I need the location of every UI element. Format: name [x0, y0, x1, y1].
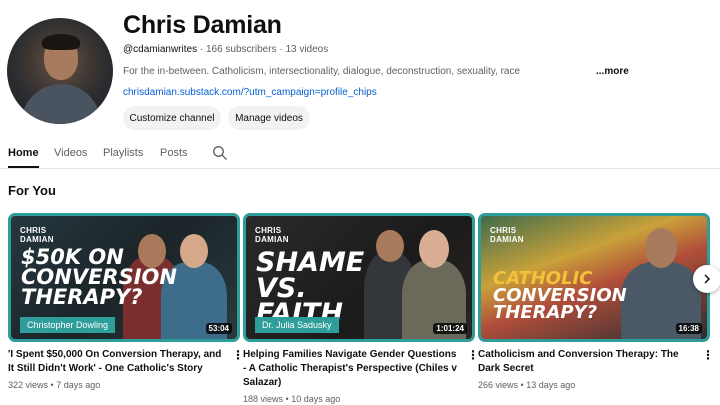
- thumbnail-headline: $50K ON CONVERSION THERAPY?: [21, 245, 177, 309]
- video-thumbnail[interactable]: CHRIS DAMIAN CATHOLIC CONVERSION THERAPY?…: [478, 213, 710, 342]
- thumbnail-brand: CHRIS DAMIAN: [255, 226, 289, 244]
- video-thumbnail[interactable]: CHRIS DAMIAN SHAME VS. FAITH Dr. Julia Sa…: [243, 213, 475, 342]
- video-title[interactable]: 'I Spent $50,000 On Conversion Therapy, …: [8, 348, 226, 376]
- active-tab-underline: [8, 166, 39, 168]
- video-card[interactable]: CHRIS DAMIAN CATHOLIC CONVERSION THERAPY?…: [478, 213, 714, 390]
- tab-playlists[interactable]: Playlists: [103, 147, 143, 159]
- video-title[interactable]: Helping Families Navigate Gender Questio…: [243, 348, 461, 390]
- manage-videos-button[interactable]: Manage videos: [228, 106, 310, 130]
- video-card[interactable]: CHRIS DAMIAN $50K ON CONVERSION THERAPY? …: [8, 213, 244, 390]
- subscriber-count: 166 subscribers: [205, 44, 277, 55]
- video-card[interactable]: CHRIS DAMIAN SHAME VS. FAITH Dr. Julia Sa…: [243, 213, 479, 404]
- video-meta: 266 views • 13 days ago: [478, 380, 576, 390]
- video-duration: 1:01:24: [433, 323, 467, 334]
- upload-age: 7 days ago: [56, 380, 101, 390]
- video-duration: 16:38: [675, 323, 702, 334]
- avatar-body: [21, 84, 101, 124]
- video-duration: 53:04: [205, 323, 232, 334]
- avatar-hair: [42, 34, 80, 50]
- view-count: 322 views: [8, 380, 49, 390]
- thumbnail-guest-tag: Christopher Dowling: [20, 317, 116, 333]
- kebab-menu-icon[interactable]: ⋮: [232, 349, 244, 363]
- tab-home[interactable]: Home: [8, 147, 39, 159]
- thumbnail-brand: CHRIS DAMIAN: [20, 226, 54, 244]
- more-link[interactable]: ...more: [596, 66, 629, 77]
- thumbnail-guest-tag: Dr. Julia Sadusky: [255, 317, 339, 333]
- upload-age: 10 days ago: [291, 394, 341, 404]
- chevron-right-icon: [704, 274, 711, 284]
- carousel-next-button[interactable]: [693, 265, 720, 293]
- customize-channel-button[interactable]: Customize channel: [123, 106, 221, 130]
- channel-link[interactable]: chrisdamian.substack.com/?utm_campaign=p…: [123, 87, 377, 98]
- view-count: 266 views: [478, 380, 519, 390]
- view-count: 188 views: [243, 394, 284, 404]
- channel-handle: @cdamianwrites: [123, 44, 198, 55]
- thumbnail-headline: CATHOLIC CONVERSION THERAPY?: [493, 270, 627, 324]
- channel-description[interactable]: For the in-between. Catholicism, interse…: [123, 66, 629, 77]
- kebab-menu-icon[interactable]: ⋮: [702, 349, 714, 363]
- section-title: For You: [8, 183, 56, 198]
- channel-tabs: Home Videos Playlists Posts: [0, 140, 720, 169]
- upload-age: 13 days ago: [526, 380, 576, 390]
- channel-name: Chris Damian: [123, 11, 282, 39]
- video-meta: 322 views • 7 days ago: [8, 380, 101, 390]
- channel-avatar[interactable]: [7, 18, 113, 124]
- description-text: For the in-between. Catholicism, interse…: [123, 66, 521, 77]
- kebab-menu-icon[interactable]: ⋮: [467, 349, 479, 363]
- tab-posts[interactable]: Posts: [160, 147, 188, 159]
- thumbnail-brand: CHRIS DAMIAN: [490, 226, 524, 244]
- thumbnail-headline-line: THERAPY?: [493, 302, 598, 324]
- search-icon[interactable]: [212, 145, 228, 161]
- thumbnail-headline: SHAME VS. FAITH: [256, 247, 365, 330]
- channel-meta: @cdamianwrites · 166 subscribers · 13 vi…: [123, 44, 328, 55]
- tab-videos[interactable]: Videos: [54, 147, 87, 159]
- video-meta: 188 views • 10 days ago: [243, 394, 341, 404]
- video-count: 13 videos: [285, 44, 329, 55]
- video-title[interactable]: Catholicism and Conversion Therapy: The …: [478, 348, 696, 376]
- video-thumbnail[interactable]: CHRIS DAMIAN $50K ON CONVERSION THERAPY? …: [8, 213, 240, 342]
